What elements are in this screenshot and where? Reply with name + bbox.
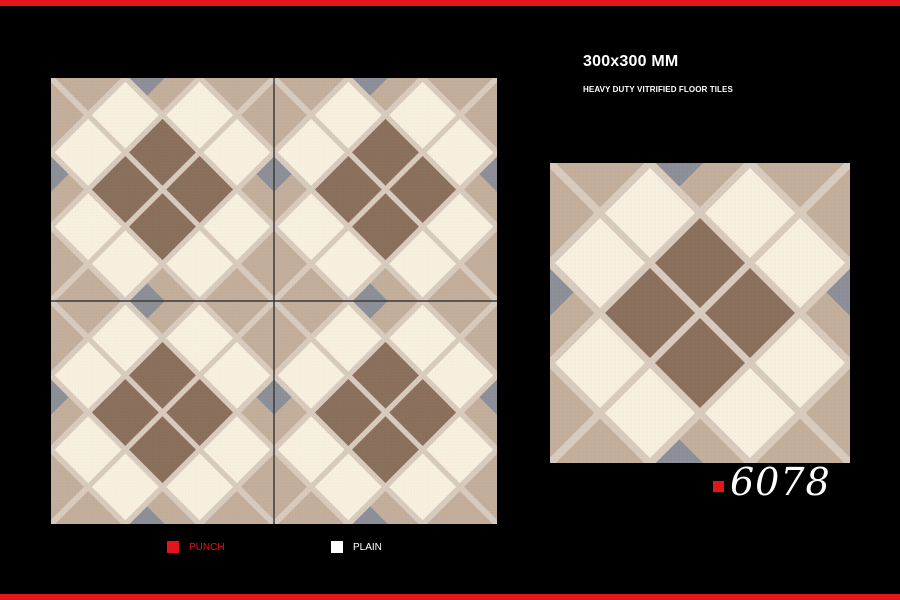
single-tile-svg	[550, 163, 850, 463]
tile-size-title: 300x300 MM	[583, 53, 679, 70]
legend-plain: PLAIN	[331, 541, 382, 553]
bottom-accent-bar	[0, 594, 900, 600]
plain-label: PLAIN	[353, 541, 382, 553]
plain-swatch	[331, 541, 343, 553]
tile-layout-preview	[51, 78, 497, 524]
product-code: 6078	[713, 460, 831, 504]
legend-punch: PUNCH	[167, 541, 225, 553]
single-tile-image	[550, 163, 850, 463]
product-code-text: 6078	[730, 460, 831, 504]
punch-label: PUNCH	[189, 541, 225, 553]
product-code-marker	[713, 480, 724, 492]
tile-layout-svg	[51, 78, 497, 524]
tile-description: HEAVY DUTY VITRIFIED FLOOR TILES	[583, 85, 733, 94]
punch-swatch	[167, 541, 179, 553]
top-accent-bar	[0, 0, 900, 6]
